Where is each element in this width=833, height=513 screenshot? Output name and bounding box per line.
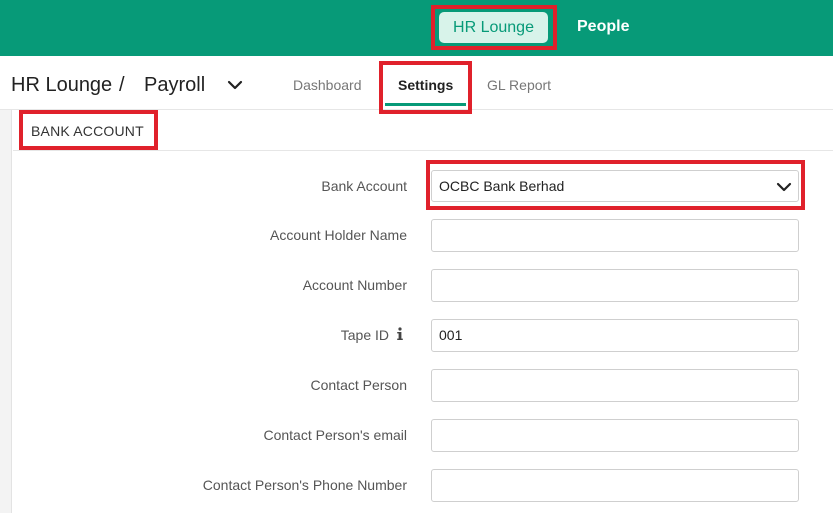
- contact-phone-input[interactable]: [431, 469, 799, 502]
- left-rail: [0, 110, 12, 513]
- people-nav-link[interactable]: People: [577, 16, 629, 38]
- breadcrumb-current[interactable]: Payroll: [144, 73, 205, 97]
- tab-dashboard[interactable]: Dashboard: [293, 76, 362, 94]
- tape-id-label: Tape ID: [340, 327, 389, 343]
- account-holder-name-label: Account Holder Name: [270, 227, 407, 243]
- tab-settings[interactable]: Settings: [398, 76, 453, 94]
- contact-person-input[interactable]: [431, 369, 799, 402]
- section-title: BANK ACCOUNT: [31, 123, 144, 139]
- breadcrumb-root[interactable]: HR Lounge: [11, 73, 112, 97]
- bank-account-select[interactable]: OCBC Bank Berhad: [431, 170, 799, 202]
- hr-lounge-nav-button[interactable]: HR Lounge: [439, 12, 548, 43]
- top-navigation-bar: [0, 0, 833, 56]
- breadcrumb-separator: /: [119, 74, 125, 96]
- contact-person-label: Contact Person: [310, 377, 408, 393]
- active-tab-indicator: [385, 103, 466, 106]
- contact-phone-label: Contact Person's Phone Number: [202, 477, 407, 493]
- account-number-input[interactable]: [431, 269, 799, 302]
- chevron-down-icon[interactable]: [775, 178, 793, 196]
- account-holder-name-input[interactable]: [431, 219, 799, 252]
- chevron-down-icon[interactable]: [226, 76, 244, 94]
- tape-id-input[interactable]: 001: [431, 319, 799, 352]
- bank-account-label: Bank Account: [321, 178, 407, 194]
- account-number-label: Account Number: [302, 277, 407, 293]
- tab-gl-report[interactable]: GL Report: [487, 76, 551, 94]
- contact-email-input[interactable]: [431, 419, 799, 452]
- contact-email-label: Contact Person's email: [263, 427, 407, 443]
- info-icon[interactable]: [395, 327, 405, 341]
- section-divider: [13, 150, 833, 151]
